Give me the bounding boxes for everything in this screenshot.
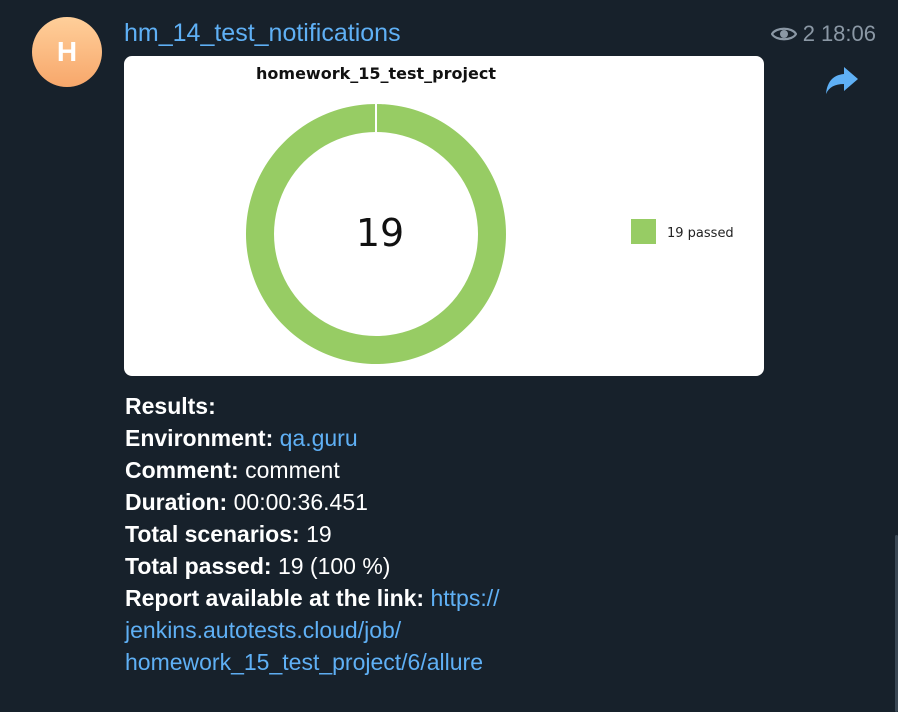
comment-label: Comment: (125, 457, 239, 483)
report-link-row-2: jenkins.autotests.cloud/job/ (125, 614, 825, 646)
report-link-part-3[interactable]: homework_15_test_project/6/allure (125, 649, 483, 675)
channel-avatar[interactable]: H (32, 17, 102, 87)
total-scenarios-row: Total scenarios: 19 (125, 518, 825, 550)
chart-center-label: 19 (356, 211, 404, 255)
forward-icon (824, 64, 860, 101)
total-passed-row: Total passed: 19 (100 %) (125, 550, 825, 582)
report-label: Report available at the link: (125, 585, 425, 611)
view-count: 2 (802, 21, 815, 46)
results-label: Results: (125, 393, 216, 419)
report-chart-image[interactable]: homework_15_test_project 19 19 passed (124, 56, 764, 376)
channel-name[interactable]: hm_14_test_notifications (124, 19, 401, 48)
duration-label: Duration: (125, 489, 228, 515)
duration-value: 00:00:36.451 (233, 489, 368, 515)
message-text: Results: Environment: qa.guru Comment: c… (125, 390, 825, 678)
comment-row: Comment: comment (125, 454, 825, 486)
total-passed-value: 19 (100 %) (277, 553, 391, 579)
legend-label-0: 19 passed (667, 226, 734, 241)
donut-chart: homework_15_test_project 19 19 passed (245, 64, 734, 364)
total-scenarios-value: 19 (306, 521, 332, 547)
comment-value: comment (245, 457, 340, 483)
results-row: Results: (125, 390, 825, 422)
message-meta: 2 18:06 (770, 21, 876, 47)
avatar-initial: H (56, 36, 78, 67)
environment-link[interactable]: qa.guru (280, 425, 358, 451)
report-link-part-1[interactable]: https:// (430, 585, 499, 611)
eye-icon (770, 25, 797, 43)
environment-row: Environment: qa.guru (125, 422, 825, 454)
report-row: Report available at the link: https:// (125, 582, 825, 614)
total-scenarios-label: Total scenarios: (125, 521, 300, 547)
report-link-part-2[interactable]: jenkins.autotests.cloud/job/ (125, 617, 401, 643)
report-link-row-3: homework_15_test_project/6/allure (125, 646, 825, 678)
chart-title: homework_15_test_project (256, 64, 496, 83)
forward-button[interactable] (822, 62, 862, 102)
legend-swatch-0 (631, 219, 656, 244)
chart-legend: 19 passed (631, 219, 734, 244)
environment-label: Environment: (125, 425, 274, 451)
duration-row: Duration: 00:00:36.451 (125, 486, 825, 518)
total-passed-label: Total passed: (125, 553, 272, 579)
message-time: 18:06 (820, 21, 876, 46)
